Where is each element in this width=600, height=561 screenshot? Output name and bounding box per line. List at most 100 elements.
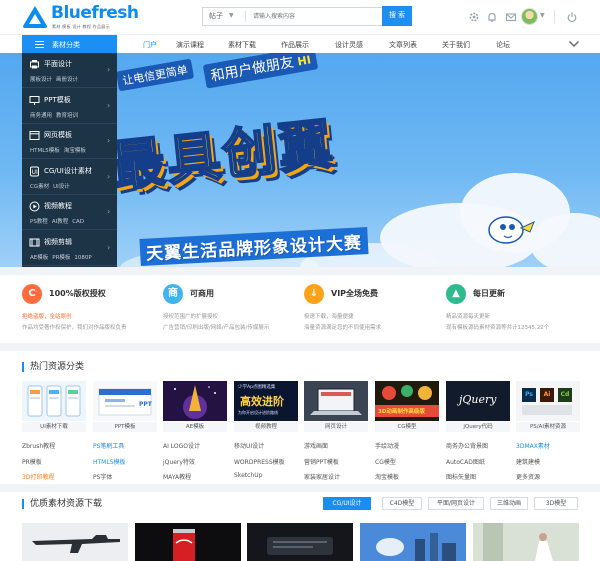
thumb-jquery[interactable]: jQuery: [446, 381, 510, 421]
resource-tag[interactable]: 商务办公背景图: [446, 441, 488, 450]
nav-link[interactable]: 文章列表: [389, 40, 417, 50]
chevron-down-icon[interactable]: [568, 39, 580, 49]
nav-link[interactable]: 作品展示: [281, 40, 309, 50]
quality-tab[interactable]: 平面/网页设计: [428, 497, 484, 510]
search-input[interactable]: [253, 10, 383, 23]
quality-item-wedding[interactable]: [473, 523, 579, 561]
sidebar-subitem[interactable]: AE模板: [30, 255, 48, 261]
resource-tag[interactable]: 游戏画面: [304, 441, 328, 450]
quality-tab[interactable]: 3D模型: [534, 497, 578, 510]
sidebar-subitem[interactable]: AI教程: [52, 219, 68, 225]
thumb-ae[interactable]: [163, 381, 227, 421]
resource-tag[interactable]: 家装家居设计: [304, 472, 340, 481]
resource-tag[interactable]: PS字体: [93, 472, 112, 481]
resource-tag[interactable]: 建筑建模: [516, 457, 540, 466]
section-title: 热门资源分类: [22, 362, 84, 372]
search-category[interactable]: 帖子: [209, 11, 223, 21]
resource-tag[interactable]: CG模型: [375, 457, 396, 466]
download-icon: ↓: [304, 284, 324, 304]
power-icon[interactable]: [566, 11, 578, 23]
resource-tag[interactable]: 更多资源: [516, 472, 540, 481]
sidebar-subitem[interactable]: PS教程: [30, 219, 48, 225]
search-button[interactable]: 搜 索: [382, 6, 412, 26]
category-menu-button[interactable]: 素材分类: [22, 35, 117, 54]
resource-tag[interactable]: 营销PPT模板: [304, 457, 339, 466]
sidebar-item[interactable]: 视频教程 PS教程 AI教程 CAD ›: [22, 195, 117, 231]
sidebar-subitem[interactable]: 展板设计: [30, 77, 52, 83]
chevron-down-icon[interactable]: ▼: [229, 12, 234, 19]
quality-item-device[interactable]: [247, 523, 353, 561]
thumb-cg[interactable]: 3D动画制作高级版: [375, 381, 439, 421]
quality-tab[interactable]: CG/UI设计: [323, 497, 371, 510]
resource-tag[interactable]: HTML5模板: [93, 457, 126, 466]
thumb-web[interactable]: [304, 381, 368, 421]
resource-tag[interactable]: 3DMAX素材: [516, 441, 550, 450]
thumb-caption[interactable]: 视频教程: [234, 422, 298, 432]
sidebar-item-label: 平面设计: [44, 60, 72, 68]
nav-link[interactable]: 演示课程: [176, 40, 204, 50]
resource-tag[interactable]: 移动UI设计: [234, 441, 264, 450]
nav-link[interactable]: 门户: [143, 40, 157, 50]
resource-tag[interactable]: MAYA教程: [163, 472, 191, 481]
sidebar-subitem[interactable]: PR模板: [52, 255, 70, 261]
thumb-caption[interactable]: AE模板: [163, 422, 227, 432]
resource-tag[interactable]: Zbrush教程: [22, 441, 55, 450]
city-thumbnail: [360, 523, 466, 561]
sidebar-subitem[interactable]: HTML5模板: [30, 148, 60, 154]
resource-tag[interactable]: 3D打印教程: [22, 472, 54, 481]
resource-tag[interactable]: PR模板: [22, 457, 42, 466]
resource-tag[interactable]: 图标矢量图: [446, 472, 476, 481]
resource-tag[interactable]: AI LOGO设计: [163, 441, 200, 450]
resource-tag[interactable]: 淘宝模板: [375, 472, 399, 481]
nav-link[interactable]: 关于我们: [442, 40, 470, 50]
quality-tab[interactable]: C4D模型: [382, 497, 422, 510]
main-nav: 素材分类 门户 演示课程 素材下载 作品展示 设计灵感 文章列表 关于我们 论坛: [0, 34, 600, 54]
feature-item: ▲ 每日更新 精品资源每天更新 现有模板源码素材资源等共计12345,22个: [446, 281, 586, 337]
resource-tag[interactable]: SketchUp: [234, 472, 262, 479]
thumb-ui[interactable]: [22, 381, 86, 421]
sidebar-subitem[interactable]: 画册设计: [56, 77, 78, 83]
sidebar-subitem[interactable]: CG素材: [30, 184, 49, 190]
sidebar-item[interactable]: 平面设计 展板设计 画册设计 ›: [22, 53, 117, 88]
quality-item-city[interactable]: [360, 523, 466, 561]
sidebar-subitem[interactable]: 教育培训: [56, 113, 78, 119]
sidebar-subitem[interactable]: UI设计: [53, 184, 70, 190]
sidebar-item[interactable]: UI CG/UI设计素材 CG素材 UI设计 ›: [22, 160, 117, 195]
sidebar-item[interactable]: 网页模板 HTML5模板 淘宝模板 ›: [22, 124, 117, 160]
thumb-caption[interactable]: jQuery代码: [446, 422, 510, 432]
resource-tag[interactable]: jQuery特效: [163, 457, 195, 466]
sidebar-item[interactable]: PPT模板 商务通用 教育培训 ›: [22, 89, 117, 124]
thumb-caption[interactable]: CG模型: [375, 422, 439, 432]
chevron-down-icon[interactable]: ▼: [540, 12, 552, 24]
logo[interactable]: Bluefresh 素材 模板 设计 教程 作品展示: [22, 3, 142, 31]
gear-icon[interactable]: [468, 11, 480, 23]
quality-tab[interactable]: 三维动画: [490, 497, 528, 510]
resource-tag[interactable]: WORDPRESS模板: [234, 457, 285, 466]
sidebar-subitem[interactable]: 商务通用: [30, 113, 52, 119]
sidebar-item[interactable]: 视频剪辑 AE模板 PR模板 1080P ›: [22, 231, 117, 266]
brand-tagline: 素材 模板 设计 教程 作品展示: [52, 24, 110, 29]
resource-tag[interactable]: PS笔刷工具: [93, 441, 124, 450]
thumb-caption[interactable]: PPT模板: [93, 422, 157, 432]
thumb-video[interactable]: 少学Ap点图精选集 高效进阶 为你开启设计进阶路线: [234, 381, 298, 421]
thumb-caption[interactable]: UI素材下载: [22, 422, 86, 432]
sidebar-subitem[interactable]: 1080P: [74, 255, 91, 261]
thumb-jquery-text: jQuery: [459, 393, 497, 406]
resource-tag[interactable]: 手绘动漫: [375, 441, 399, 450]
nav-link[interactable]: 论坛: [496, 40, 510, 50]
sidebar-subitem[interactable]: CAD: [72, 219, 84, 225]
nav-link[interactable]: 素材下载: [228, 40, 256, 50]
mail-icon[interactable]: [505, 11, 517, 23]
bell-icon[interactable]: [486, 11, 498, 23]
thumb-caption[interactable]: PS/AI素材资源: [516, 422, 580, 432]
quality-item-rifle[interactable]: [22, 523, 128, 561]
nav-link[interactable]: 设计灵感: [335, 40, 363, 50]
thumb-ppt[interactable]: PPT: [93, 381, 157, 421]
ae-thumbnail: [163, 381, 227, 421]
resource-tag[interactable]: AutoCAD图纸: [446, 457, 485, 466]
avatar[interactable]: [521, 8, 538, 25]
quality-item-can[interactable]: [135, 523, 241, 561]
sidebar-subitem[interactable]: 淘宝模板: [64, 148, 86, 154]
thumb-ps-ai[interactable]: Ps Ai Cd: [516, 381, 580, 421]
thumb-caption[interactable]: 网页设计: [304, 422, 368, 432]
